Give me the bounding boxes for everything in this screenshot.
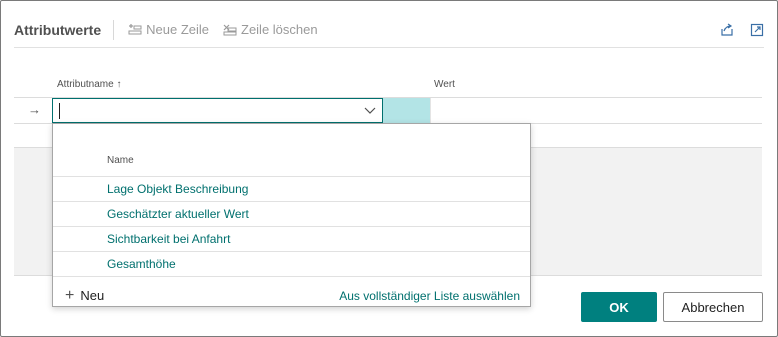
cancel-button[interactable]: Abbrechen bbox=[663, 292, 763, 322]
attribute-name-input[interactable] bbox=[52, 98, 383, 123]
list-item-label: Gesamthöhe bbox=[107, 257, 176, 271]
delete-row-button[interactable]: Zeile löschen bbox=[223, 22, 318, 37]
list-item-label: Lage Objekt Beschreibung bbox=[107, 182, 249, 196]
new-entry-button[interactable]: + Neu bbox=[65, 287, 105, 304]
current-row-arrow-icon: → bbox=[28, 102, 41, 117]
dropdown-column-header: Name bbox=[107, 155, 134, 166]
column-header-attributname[interactable]: Attributname ↑ bbox=[57, 79, 121, 90]
new-row-label: Neue Zeile bbox=[146, 22, 209, 37]
divider bbox=[53, 276, 530, 277]
list-item[interactable]: Gesamthöhe bbox=[53, 251, 530, 276]
list-item[interactable]: Lage Objekt Beschreibung bbox=[53, 176, 530, 201]
chevron-down-icon[interactable] bbox=[364, 105, 376, 115]
new-row-button[interactable]: Neue Zeile bbox=[128, 22, 209, 37]
page-title: Attributwerte bbox=[14, 19, 115, 40]
column-divider bbox=[430, 98, 431, 123]
plus-icon: + bbox=[65, 287, 75, 304]
expand-icon[interactable] bbox=[750, 23, 764, 37]
share-icon[interactable] bbox=[720, 23, 734, 37]
list-item[interactable]: Geschätzter aktueller Wert bbox=[53, 201, 530, 226]
selected-value-cell[interactable] bbox=[383, 98, 430, 123]
text-caret bbox=[59, 103, 60, 119]
attribute-lookup-dropdown: Name Lage Objekt Beschreibung Geschätzte… bbox=[52, 123, 531, 307]
list-item-label: Sichtbarkeit bei Anfahrt bbox=[107, 232, 231, 246]
list-item-label: Geschätzter aktueller Wert bbox=[107, 207, 249, 221]
toolbar: Attributwerte Neue Zeile Zeile löschen bbox=[14, 14, 764, 48]
ok-button[interactable]: OK bbox=[581, 292, 657, 322]
new-entry-label: Neu bbox=[80, 288, 105, 303]
delete-row-label: Zeile löschen bbox=[241, 22, 318, 37]
select-from-full-list-link[interactable]: Aus vollständiger Liste auswählen bbox=[339, 289, 520, 303]
delete-row-icon bbox=[223, 24, 237, 35]
insert-row-icon bbox=[128, 23, 142, 34]
list-item[interactable]: Sichtbarkeit bei Anfahrt bbox=[53, 226, 530, 251]
column-header-wert[interactable]: Wert bbox=[434, 79, 455, 90]
